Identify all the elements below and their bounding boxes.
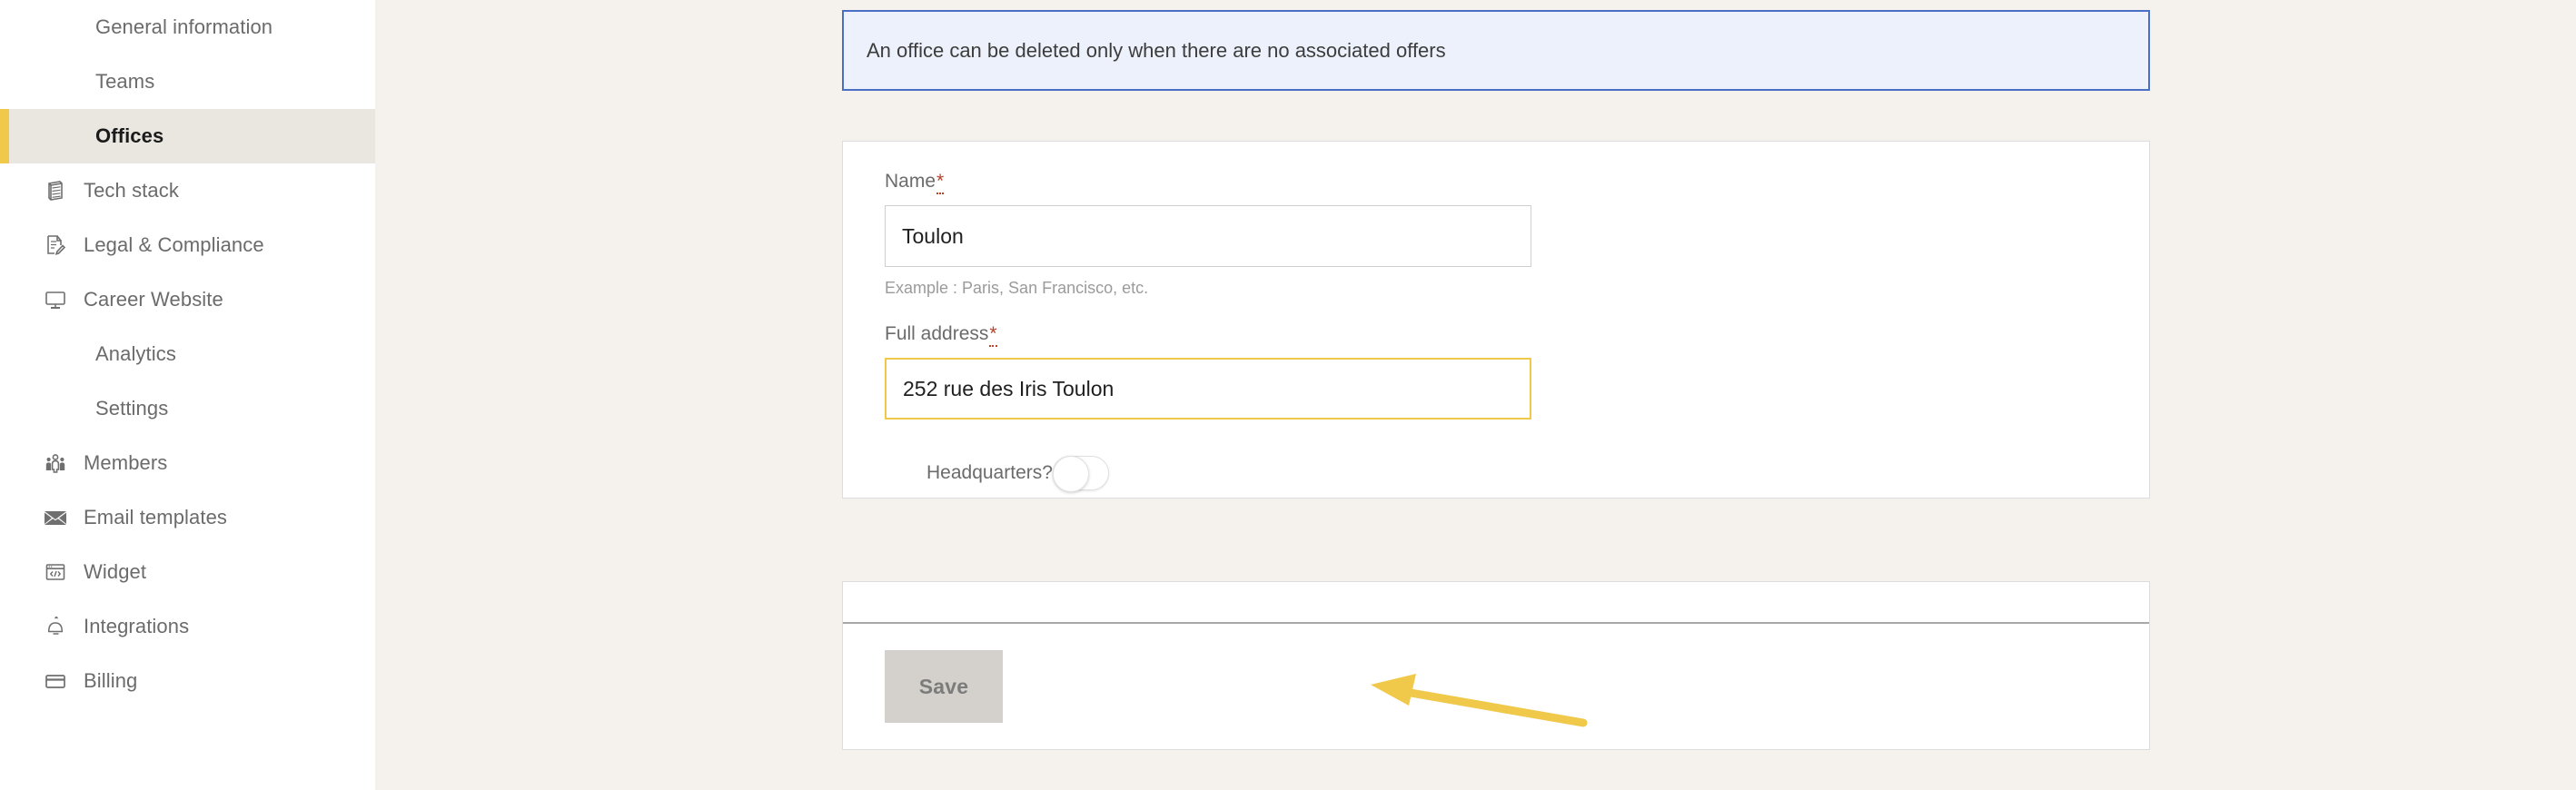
name-input[interactable] xyxy=(885,205,1531,267)
sidebar-item-label: Teams xyxy=(95,70,154,94)
sidebar-item-label: Settings xyxy=(95,397,168,420)
sidebar-item-members[interactable]: Members xyxy=(0,436,375,490)
info-banner: An office can be deleted only when there… xyxy=(842,10,2150,91)
sidebar-item-label: Tech stack xyxy=(84,179,179,202)
info-banner-text: An office can be deleted only when there… xyxy=(867,39,1446,63)
server-icon xyxy=(44,179,67,202)
address-field-label: Full address* xyxy=(885,323,2107,345)
actions-card-body: Save xyxy=(843,624,2149,749)
address-label-text: Full address xyxy=(885,323,988,344)
sidebar-item-label: Analytics xyxy=(95,342,176,366)
sidebar-item-legal-compliance[interactable]: Legal & Compliance xyxy=(0,218,375,272)
name-field-label: Name* xyxy=(885,171,2107,193)
required-marker: * xyxy=(936,171,944,194)
code-window-icon xyxy=(44,560,67,584)
sidebar-item-settings[interactable]: Settings xyxy=(0,381,375,436)
app-root: General information Teams Offices Tech xyxy=(0,0,2576,790)
office-form-card: Name* Example : Paris, San Francisco, et… xyxy=(842,141,2150,499)
sidebar-item-offices[interactable]: Offices xyxy=(0,109,375,163)
sidebar-item-label: Members xyxy=(84,451,167,475)
sidebar-item-integrations[interactable]: Integrations xyxy=(0,599,375,654)
document-edit-icon xyxy=(44,233,67,257)
sidebar-item-teams[interactable]: Teams xyxy=(0,54,375,109)
sidebar-item-general-information[interactable]: General information xyxy=(0,0,375,54)
envelope-icon xyxy=(44,506,67,529)
bell-icon xyxy=(44,615,67,638)
sidebar-item-widget[interactable]: Widget xyxy=(0,545,375,599)
people-icon xyxy=(44,451,67,475)
sidebar-nav-list: General information Teams Offices Tech xyxy=(0,0,375,708)
actions-card-header xyxy=(843,582,2149,624)
sidebar-item-label: Offices xyxy=(95,124,163,148)
sidebar-item-career-website[interactable]: Career Website xyxy=(0,272,375,327)
address-input[interactable] xyxy=(885,358,1531,420)
sidebar-item-label: Integrations xyxy=(84,615,189,638)
credit-card-icon xyxy=(44,669,67,693)
actions-card: Save xyxy=(842,581,2150,750)
name-label-text: Name xyxy=(885,171,936,192)
name-field-hint: Example : Paris, San Francisco, etc. xyxy=(885,279,2107,298)
required-marker: * xyxy=(989,323,996,347)
main-content: An office can be deleted only when there… xyxy=(375,0,2576,790)
sidebar-item-analytics[interactable]: Analytics xyxy=(0,327,375,381)
sidebar-item-label: Legal & Compliance xyxy=(84,233,264,257)
headquarters-row: Headquarters? xyxy=(885,456,2107,490)
sidebar-item-billing[interactable]: Billing xyxy=(0,654,375,708)
sidebar-item-label: General information xyxy=(95,15,272,39)
sidebar-item-tech-stack[interactable]: Tech stack xyxy=(0,163,375,218)
monitor-icon xyxy=(44,288,67,311)
sidebar-item-label: Billing xyxy=(84,669,137,693)
sidebar-item-label: Widget xyxy=(84,560,146,584)
sidebar: General information Teams Offices Tech xyxy=(0,0,375,790)
sidebar-item-label: Career Website xyxy=(84,288,223,311)
toggle-knob xyxy=(1053,456,1089,492)
save-button[interactable]: Save xyxy=(885,650,1003,723)
sidebar-item-label: Email templates xyxy=(84,506,227,529)
headquarters-toggle[interactable] xyxy=(1053,456,1109,490)
sidebar-item-email-templates[interactable]: Email templates xyxy=(0,490,375,545)
headquarters-label: Headquarters? xyxy=(926,462,1053,484)
